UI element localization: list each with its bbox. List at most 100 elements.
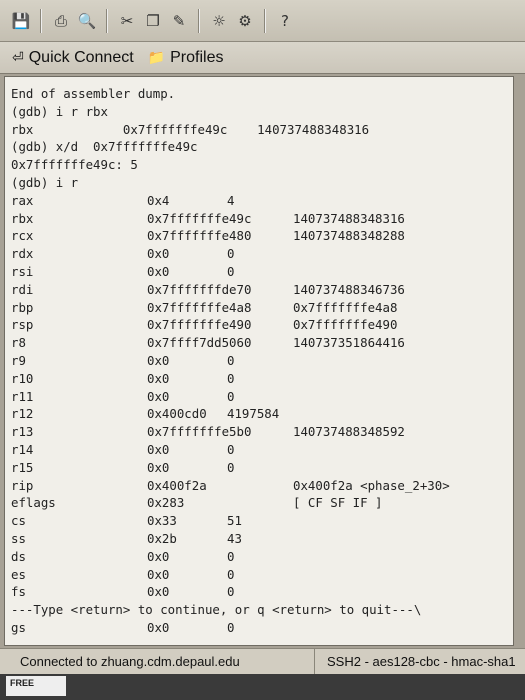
register-value: 0 <box>227 584 235 600</box>
register-name: rbp <box>11 299 34 315</box>
register-name: r14 <box>11 441 34 457</box>
paste-icon[interactable]: ✎ <box>168 10 190 32</box>
print-preview-icon[interactable]: 🔍 <box>76 10 98 32</box>
register-hex: 0x0 <box>147 619 170 635</box>
connect-icon: ⏎ <box>12 49 24 66</box>
status-bar: Connected to zhuang.cdm.depaul.edu SSH2 … <box>0 648 525 674</box>
register-row: r14 0x0 0 <box>11 441 513 459</box>
register-row: eflags 0x283 [ CF SF IF ] <box>11 494 513 512</box>
register-hex: 0x7fffffffe490 <box>147 317 252 333</box>
register-hex: 0x2b <box>147 530 177 546</box>
register-row: rsi 0x0 0 <box>11 263 513 281</box>
profiles-label: Profiles <box>170 48 224 66</box>
register-hex: 0x0 <box>147 246 170 262</box>
register-hex: 0x7ffff7dd5060 <box>147 335 252 351</box>
register-value: 0 <box>227 352 235 368</box>
register-hex: 0x0 <box>147 459 170 475</box>
register-row: r11 0x0 0 <box>11 388 513 406</box>
register-hex: 0x7fffffffe4a8 <box>147 299 252 315</box>
toolbar-separator <box>40 8 42 33</box>
register-hex: 0x0 <box>147 584 170 600</box>
register-value: 0 <box>227 263 235 279</box>
register-row: rax 0x4 4 <box>11 192 513 210</box>
register-hex: 0x0 <box>147 388 170 404</box>
register-hex: 0x4 <box>147 192 170 208</box>
register-name: rcx <box>11 228 34 244</box>
quick-connect-bar: ⏎ Quick Connect 📁 Profiles <box>0 42 525 74</box>
register-hex: 0x400f2a <box>147 477 207 493</box>
register-name: es <box>11 566 26 582</box>
register-hex: 0x0 <box>147 548 170 564</box>
register-hex: 0x400cd0 <box>147 406 207 422</box>
register-hex: 0x0 <box>147 441 170 457</box>
register-name: rbx <box>11 210 34 226</box>
register-value: 43 <box>227 530 242 546</box>
register-hex: 0x7fffffffe5b0 <box>147 424 252 440</box>
register-name: cs <box>11 513 26 529</box>
terminal-line: End of assembler dump. <box>11 86 176 101</box>
profiles-button[interactable]: 📁 Profiles <box>148 49 224 67</box>
register-row: r15 0x0 0 <box>11 459 513 477</box>
save-icon[interactable]: 💾 <box>10 10 32 32</box>
register-name: ss <box>11 530 26 546</box>
toolbar-separator <box>264 8 266 33</box>
taskbar <box>0 674 525 700</box>
register-row: gs 0x0 0 <box>11 619 513 637</box>
register-hex: 0x33 <box>147 513 177 529</box>
register-name: r13 <box>11 424 34 440</box>
register-row: rip 0x400f2a 0x400f2a <phase_2+30> <box>11 477 513 495</box>
register-name: r8 <box>11 335 26 351</box>
copy-icon[interactable]: ❐ <box>142 10 164 32</box>
register-hex: 0x0 <box>147 370 170 386</box>
register-value: 4197584 <box>227 406 280 422</box>
help-icon[interactable]: ? <box>274 10 296 32</box>
register-name: r9 <box>11 352 26 368</box>
register-name: r10 <box>11 370 34 386</box>
register-name: r15 <box>11 459 34 475</box>
register-row: fs 0x0 0 <box>11 583 513 601</box>
register-row: rcx 0x7fffffffe480 140737488348288 <box>11 227 513 245</box>
register-value: 0x400f2a <phase_2+30> <box>293 477 450 493</box>
register-row: ds 0x0 0 <box>11 548 513 566</box>
register-value: 140737488348316 <box>293 210 405 226</box>
connection-status: Connected to zhuang.cdm.depaul.edu <box>0 649 315 674</box>
register-value: 0 <box>227 388 235 404</box>
register-hex: 0x0 <box>147 352 170 368</box>
register-value: 0 <box>227 548 235 564</box>
terminal-line: (gdb) i r rbx <box>11 103 108 119</box>
register-hex: 0x283 <box>147 495 185 511</box>
register-name: rip <box>11 477 34 493</box>
register-name: ds <box>11 548 26 564</box>
cut-icon[interactable]: ✂ <box>116 10 138 32</box>
register-row: rbp 0x7fffffffe4a8 0x7fffffffe4a8 <box>11 299 513 317</box>
register-value: 140737488348288 <box>293 228 405 244</box>
terminal-output[interactable]: End of assembler dump. (gdb) i r rbx rbx… <box>4 76 514 646</box>
print-icon[interactable]: ⎙ <box>50 10 72 32</box>
register-value: 0x7fffffffe490 <box>293 317 398 333</box>
register-value: 140737351864416 <box>293 335 405 351</box>
register-name: rdx <box>11 246 34 262</box>
folder-icon: 📁 <box>147 49 166 66</box>
toolbar: 💾 ⎙ 🔍 ✂ ❐ ✎ ☼ ⚙ ? <box>0 0 525 42</box>
register-row: rdi 0x7fffffffde70 140737488346736 <box>11 281 513 299</box>
find-icon[interactable]: ☼ <box>208 10 230 32</box>
toolbar-separator <box>106 8 108 33</box>
register-hex: 0x0 <box>147 566 170 582</box>
register-name: r11 <box>11 388 34 404</box>
register-value: 0 <box>227 459 235 475</box>
register-name: rax <box>11 192 34 208</box>
register-row: rbx 0x7fffffffe49c 140737488348316 <box>11 210 513 228</box>
register-row: rsp 0x7fffffffe490 0x7fffffffe490 <box>11 316 513 334</box>
terminal-line: rbx 0x7fffffffe49c 140737488348316 <box>11 121 370 137</box>
register-row: cs 0x33 51 <box>11 512 513 530</box>
register-name: rsi <box>11 263 34 279</box>
register-value: 140737488346736 <box>293 281 405 297</box>
register-value: 0 <box>227 370 235 386</box>
register-row: r13 0x7fffffffe5b0 140737488348592 <box>11 423 513 441</box>
terminal-line: (gdb) x/d 0x7fffffffe49c <box>11 139 198 155</box>
register-hex: 0x7fffffffe49c <box>147 210 252 226</box>
terminal-line: 0x7fffffffe49c: 5 <box>11 157 138 173</box>
settings-icon[interactable]: ⚙ <box>234 10 256 32</box>
register-value: 0 <box>227 619 235 635</box>
quick-connect-button[interactable]: ⏎ Quick Connect <box>12 49 134 67</box>
